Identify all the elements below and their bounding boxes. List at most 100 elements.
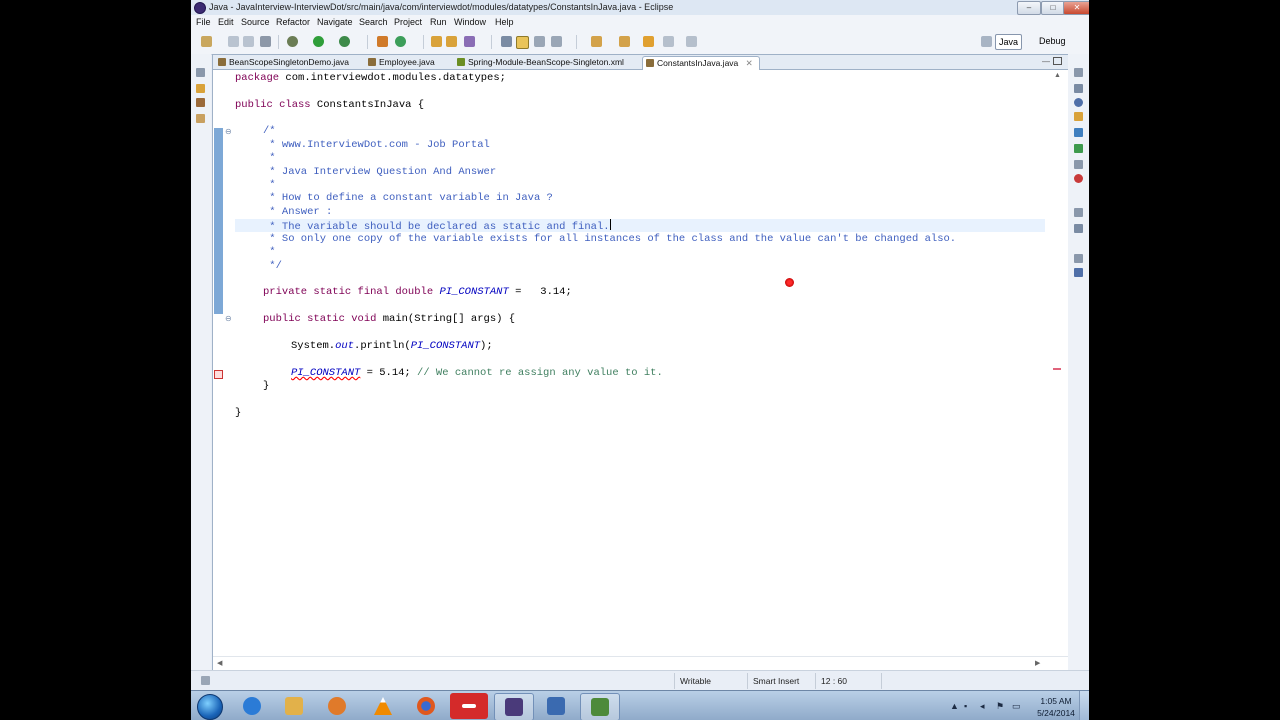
show-hidden-icons-icon[interactable]: ▲ [950, 701, 960, 711]
outline-icon[interactable] [1074, 128, 1083, 137]
clock-date[interactable]: 5/24/2014 [1034, 708, 1078, 718]
close-tab-icon[interactable]: ✕ [746, 58, 753, 68]
open-type-icon[interactable] [431, 36, 442, 47]
minimize-button[interactable]: – [1017, 1, 1041, 15]
comment-line: * www.InterviewDot.com - Job Portal [263, 139, 490, 151]
fast-view-icon[interactable] [201, 676, 210, 685]
maximize-button[interactable]: □ [1041, 1, 1065, 15]
network-icon[interactable]: ▪ [964, 701, 974, 711]
fold-method-icon[interactable]: ⊖ [225, 314, 232, 323]
tab-beanscopesingletondemo[interactable]: BeanScopeSingletonDemo.java [215, 56, 349, 69]
restore-icon[interactable] [1074, 254, 1083, 263]
open-task-icon[interactable] [446, 36, 457, 47]
status-separator [674, 673, 675, 689]
spring-icon[interactable] [1074, 144, 1083, 153]
menu-run[interactable]: Run [430, 17, 447, 27]
taskbar-filezilla[interactable] [450, 693, 488, 719]
error-log-icon[interactable] [1074, 174, 1083, 183]
close-button[interactable]: ✕ [1063, 1, 1089, 15]
taskbar-vlc[interactable] [364, 693, 402, 719]
fold-comment-icon[interactable]: ⊖ [225, 127, 232, 136]
scroll-left-icon[interactable]: ◀ [217, 659, 222, 667]
start-button[interactable] [197, 694, 223, 720]
find-icon[interactable] [1074, 98, 1083, 107]
open-perspective-icon[interactable] [981, 36, 992, 47]
toggle-mark-occurrences-icon[interactable] [501, 36, 512, 47]
comment-line: * [263, 246, 276, 258]
new-java-project-icon[interactable] [377, 36, 388, 47]
save-all-icon[interactable] [243, 36, 254, 47]
block-selection-icon[interactable] [534, 36, 545, 47]
scroll-right-icon[interactable]: ▶ [1035, 659, 1040, 667]
task-list-icon[interactable] [1074, 84, 1083, 93]
problems-icon[interactable] [1074, 224, 1083, 233]
filezilla-icon [462, 704, 476, 708]
menu-project[interactable]: Project [394, 17, 422, 27]
java-perspective-button[interactable]: Java [995, 34, 1023, 50]
last-edit-icon[interactable] [643, 36, 654, 47]
taskbar-checklist-app[interactable] [580, 693, 620, 720]
scroll-up-icon[interactable]: ▲ [1054, 72, 1061, 79]
debug-perspective-button[interactable]: Debug [1036, 34, 1069, 48]
hierarchy-icon[interactable] [196, 98, 205, 107]
comment-line: * So only one copy of the variable exist… [263, 233, 957, 245]
next-annotation-icon[interactable] [591, 36, 602, 47]
mouse-pointer-highlight [785, 278, 794, 287]
overview-ruler[interactable]: ▲ [1048, 70, 1068, 656]
tab-employee[interactable]: Employee.java [365, 56, 435, 69]
forward-icon[interactable] [686, 36, 697, 47]
code-line: } [263, 380, 270, 392]
floppy-disk-icon [547, 697, 565, 715]
clock-time[interactable]: 1:05 AM [1034, 696, 1078, 706]
tab-constantsinjava[interactable]: ConstantsInJava.java ✕ [642, 56, 760, 70]
spring-explorer-icon[interactable] [1074, 112, 1083, 121]
menu-edit[interactable]: Edit [218, 17, 234, 27]
junit-icon[interactable] [196, 114, 205, 123]
properties-icon[interactable] [1074, 268, 1083, 277]
restore-icon[interactable] [1074, 208, 1083, 217]
action-center-icon[interactable]: ⚑ [996, 701, 1006, 711]
code-editor[interactable]: package com.interviewdot.modules.datatyp… [235, 70, 1045, 656]
print-icon[interactable] [260, 36, 271, 47]
toolbar-separator [576, 35, 577, 49]
restore-icon[interactable] [1074, 68, 1083, 77]
taskbar-internet-explorer[interactable] [233, 693, 271, 719]
console-icon[interactable] [1074, 160, 1083, 169]
maximize-editor-icon[interactable] [1053, 57, 1062, 65]
code-text: .println( [354, 340, 411, 352]
search-icon[interactable] [464, 36, 475, 47]
menu-window[interactable]: Window [454, 17, 486, 27]
taskbar-firefox[interactable] [407, 693, 445, 719]
error-overview-marker[interactable] [1053, 368, 1061, 370]
whitespace-icon[interactable] [551, 36, 562, 47]
external-tools-icon[interactable] [339, 36, 350, 47]
menu-navigate[interactable]: Navigate [317, 17, 353, 27]
taskbar-save-app[interactable] [537, 693, 575, 719]
back-icon[interactable] [663, 36, 674, 47]
taskbar-file-explorer[interactable] [275, 693, 313, 719]
menu-search[interactable]: Search [359, 17, 388, 27]
volume-icon[interactable]: ◂ [980, 701, 990, 711]
display-icon[interactable]: ▭ [1012, 701, 1022, 711]
show-desktop-button[interactable] [1079, 691, 1089, 720]
new-class-icon[interactable] [395, 36, 406, 47]
menu-help[interactable]: Help [495, 17, 514, 27]
tab-spring-module-xml[interactable]: Spring-Module-BeanScope-Singleton.xml [454, 56, 624, 69]
taskbar-eclipse[interactable] [494, 693, 534, 720]
error-marker-icon[interactable] [214, 370, 223, 379]
new-icon[interactable] [201, 36, 212, 47]
package-explorer-icon[interactable] [196, 84, 205, 93]
code-text: com.interviewdot.modules.datatypes; [279, 72, 506, 84]
menu-source[interactable]: Source [241, 17, 270, 27]
restore-icon[interactable] [196, 68, 205, 77]
previous-annotation-icon[interactable] [619, 36, 630, 47]
horizontal-scrollbar[interactable]: ◀ ▶ [213, 656, 1068, 671]
taskbar-media-player[interactable] [318, 693, 356, 719]
menu-refactor[interactable]: Refactor [276, 17, 310, 27]
run-icon[interactable] [313, 36, 324, 47]
minimize-editor-icon[interactable]: — [1042, 57, 1050, 66]
debug-icon[interactable] [287, 36, 298, 47]
save-icon[interactable] [228, 36, 239, 47]
toggle-highlight-icon[interactable] [516, 36, 529, 49]
menu-file[interactable]: File [196, 17, 211, 27]
